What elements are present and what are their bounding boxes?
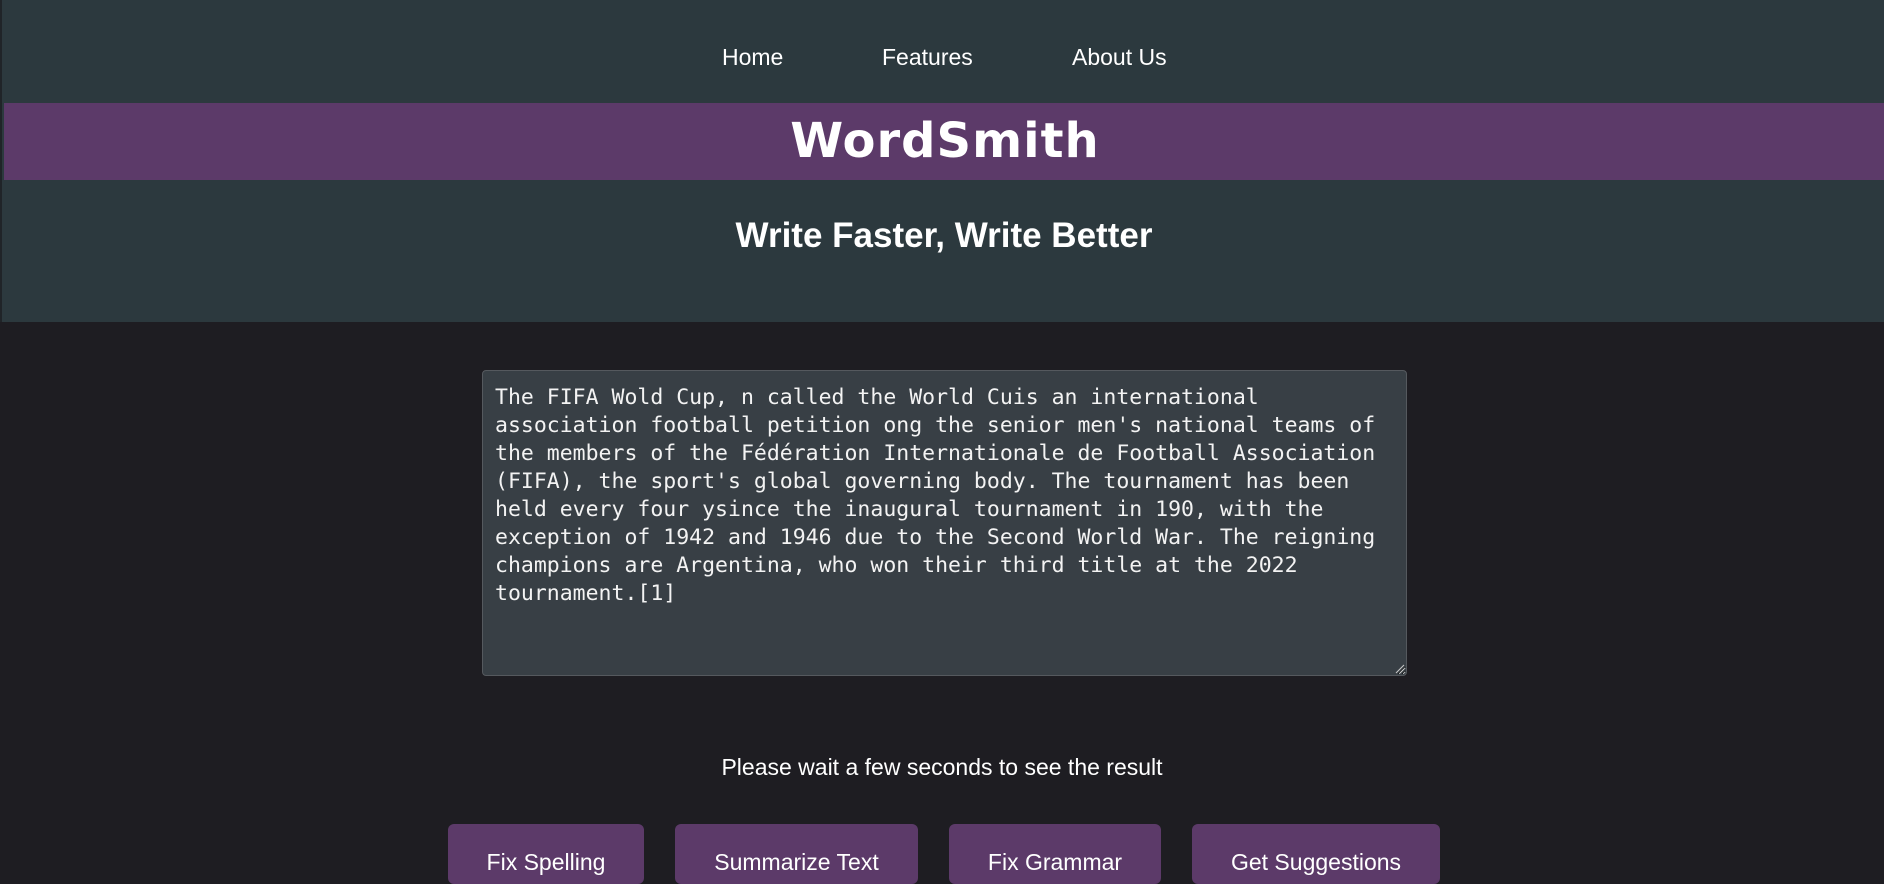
fix-spelling-button[interactable]: Fix Spelling [448, 824, 644, 884]
nav-link-home[interactable]: Home [722, 44, 783, 71]
header-section: Home Features About Us WordSmith Write F… [0, 0, 1884, 322]
summarize-text-button[interactable]: Summarize Text [675, 824, 918, 884]
nav-link-about-us[interactable]: About Us [1072, 44, 1167, 71]
get-suggestions-button[interactable]: Get Suggestions [1192, 824, 1440, 884]
nav-link-features[interactable]: Features [882, 44, 973, 71]
text-editor[interactable]: The FIFA Wold Cup, n called the World Cu… [482, 370, 1407, 676]
tagline: Write Faster, Write Better [735, 216, 1153, 255]
brand-bar: WordSmith [4, 103, 1884, 180]
status-message: Please wait a few seconds to see the res… [721, 754, 1163, 780]
brand-title: WordSmith [790, 113, 1100, 169]
top-nav: Home Features About Us [2, 44, 1884, 76]
resize-handle-icon[interactable] [1394, 663, 1405, 674]
fix-grammar-button[interactable]: Fix Grammar [949, 824, 1161, 884]
